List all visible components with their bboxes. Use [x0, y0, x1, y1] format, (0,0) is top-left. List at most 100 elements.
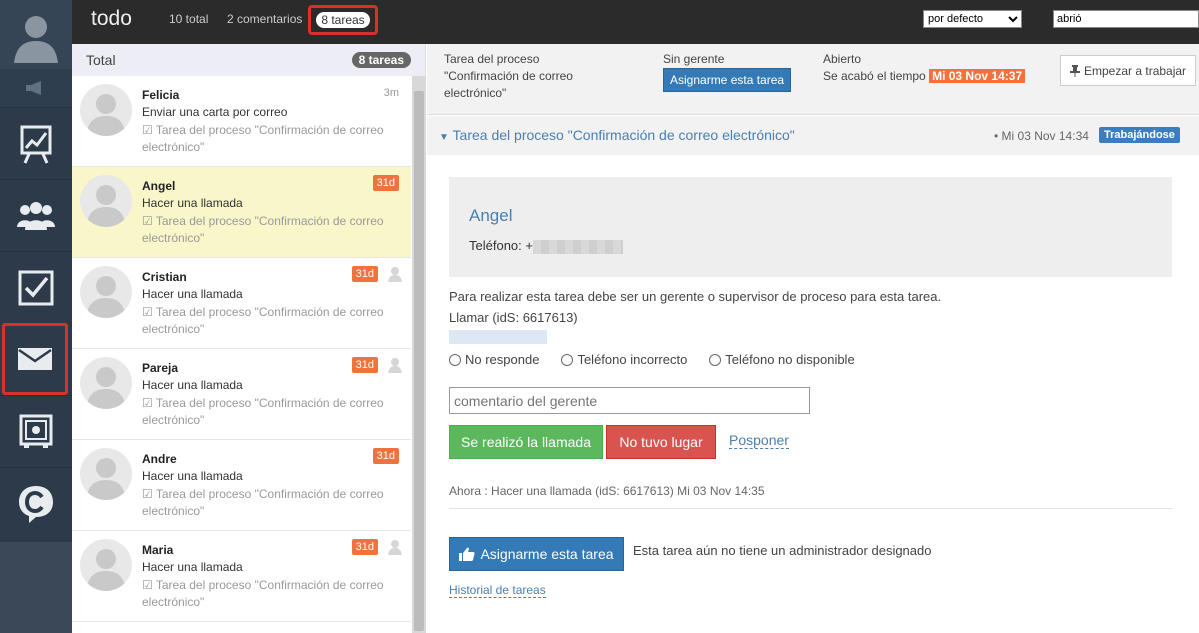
list-item-process: ☑ Tarea del proceso "Confirmación de cor…	[142, 487, 384, 518]
list-item[interactable]: Andre Hacer una llamada ☑ Tarea del proc…	[72, 440, 411, 531]
did-not-happen-button[interactable]: No tuvo lugar	[606, 425, 716, 459]
pushpin-icon	[1070, 64, 1080, 77]
phone-redacted	[532, 239, 623, 254]
overdue-tag: 31d	[372, 175, 399, 191]
status-badge: Trabajándose	[1099, 127, 1180, 143]
list-count-badge: 8 tareas	[351, 52, 411, 68]
task-list: Total 8 tareas Felicia Enviar una carta …	[72, 44, 426, 633]
nav-storage[interactable]	[0, 395, 72, 467]
call-id: Llamar (idS: 6617613)	[449, 310, 578, 325]
nav-chat[interactable]	[0, 467, 72, 539]
timeout-date-badge: Mi 03 Nov 14:37	[929, 69, 1026, 83]
assign-me-button[interactable]: Asignarme esta tarea	[449, 537, 624, 571]
checkbox-small-icon: ☑	[142, 123, 156, 137]
nav-user[interactable]	[0, 0, 72, 69]
assignee-user-icon	[388, 358, 402, 373]
checkbox-small-icon: ☑	[142, 487, 156, 501]
list-item-process: ☑ Tarea del proceso "Confirmación de cor…	[142, 396, 384, 427]
chart-presentation-icon	[20, 125, 52, 164]
list-item-action: Enviar una carta por correo	[142, 105, 288, 119]
process-label: Tarea del proceso	[444, 52, 540, 66]
assignee-user-icon	[388, 267, 402, 282]
user-avatar-icon	[14, 15, 58, 63]
sort-select[interactable]: por defecto	[923, 10, 1022, 28]
start-work-button[interactable]: Empezar a trabajar	[1060, 55, 1197, 86]
list-item-action: Hacer una llamada	[142, 196, 243, 210]
radio-circle[interactable]	[449, 353, 461, 366]
caret-down-icon: ▼	[439, 132, 449, 143]
contact-phone: Teléfono: +	[469, 238, 623, 254]
list-header: Total 8 tareas	[72, 44, 425, 76]
overdue-tag: 31d	[351, 357, 378, 373]
contact-name[interactable]: Angel	[469, 206, 512, 226]
user-silhouette-icon	[86, 458, 126, 500]
nav-contacts[interactable]	[0, 179, 72, 251]
task-history-link[interactable]: Historial de tareas	[449, 583, 546, 598]
comments-filter[interactable]: 2 comentarios	[227, 12, 302, 26]
list-header-label: Total	[86, 52, 116, 68]
safe-icon	[19, 414, 53, 448]
overdue-tag: 31d	[372, 448, 399, 464]
radio-no-answer[interactable]: No responde	[449, 352, 539, 367]
phone-link-redacted[interactable]	[449, 330, 547, 344]
list-item-name: Angel	[142, 179, 176, 193]
list-item[interactable]: Pareja Hacer una llamada ☑ Tarea del pro…	[72, 349, 411, 440]
phone-label: Teléfono: +	[469, 238, 533, 253]
avatar	[80, 175, 132, 227]
list-scrollbar-thumb[interactable]	[414, 91, 424, 631]
tasks-filter-label: 8 tareas	[316, 12, 370, 28]
call-result-options: No responde Teléfono incorrecto Teléfono…	[449, 352, 855, 367]
assign-me-small-button[interactable]: Asignarme esta tarea	[663, 68, 792, 92]
nav-announcements[interactable]	[0, 69, 72, 107]
assign-me-label: Asignarme esta tarea	[480, 546, 614, 562]
checkbox-icon	[18, 270, 54, 305]
process-name: "Confirmación de correo electrónico"	[444, 69, 573, 100]
list-item-name: Cristian	[142, 270, 187, 284]
user-silhouette-icon	[86, 549, 126, 591]
list-item-name: Felicia	[142, 88, 180, 102]
checkbox-small-icon: ☑	[142, 578, 156, 592]
task-description: Para realizar esta tarea debe ser un ger…	[449, 289, 942, 304]
open-label: Abierto	[823, 52, 862, 66]
postpone-link[interactable]: Posponer	[729, 432, 789, 449]
nav-todo[interactable]	[2, 323, 68, 395]
timeout-label: Se acabó el tiempo	[823, 69, 926, 83]
nav-reports[interactable]	[0, 107, 72, 179]
tasks-filter[interactable]: 8 tareas	[308, 5, 378, 35]
list-item[interactable]: Felicia Enviar una carta por correo ☑ Ta…	[72, 76, 411, 167]
checkbox-small-icon: ☑	[142, 396, 156, 410]
task-title-bar[interactable]: ▼ Tarea del proceso "Confirmación de cor…	[427, 116, 1199, 155]
list-item-process: ☑ Tarea del proceso "Confirmación de cor…	[142, 305, 384, 336]
nav-footer	[0, 542, 72, 633]
user-silhouette-icon	[86, 367, 126, 409]
total-filter[interactable]: 10 total	[169, 12, 208, 26]
start-work-label: Empezar a trabajar	[1084, 63, 1187, 78]
page-title: todo	[91, 7, 132, 30]
list-item-action: Hacer una llamada	[142, 378, 243, 392]
divider	[449, 508, 1172, 509]
list-item-name: Andre	[142, 452, 177, 466]
current-activity: Ahora : Hacer una llamada (idS: 6617613)…	[449, 484, 765, 498]
contact-card: Angel Teléfono: +	[449, 177, 1172, 277]
list-item[interactable]: Angel Hacer una llamada ☑ Tarea del proc…	[72, 167, 411, 258]
list-item-time: 3m	[383, 87, 399, 99]
overdue-tag: 31d	[351, 539, 378, 555]
radio-circle[interactable]	[561, 353, 574, 366]
radio-wrong-number[interactable]: Teléfono incorrecto	[561, 352, 687, 367]
envelope-icon	[18, 348, 52, 370]
thumbs-up-icon	[459, 547, 476, 561]
megaphone-icon	[26, 81, 41, 95]
no-admin-note: Esta tarea aún no tiene un administrador…	[633, 543, 932, 558]
manager-comment-input[interactable]	[449, 387, 810, 414]
avatar	[80, 266, 132, 318]
list-item[interactable]: Maria Hacer una llamada ☑ Tarea del proc…	[72, 531, 411, 622]
task-date: • Mi 03 Nov 14:34	[994, 129, 1089, 143]
call-done-button[interactable]: Se realizó la llamada	[449, 425, 603, 459]
search-input[interactable]	[1053, 10, 1199, 28]
list-item[interactable]: Cristian Hacer una llamada ☑ Tarea del p…	[72, 258, 411, 349]
nav-tasks[interactable]	[0, 251, 72, 323]
task-title[interactable]: ▼ Tarea del proceso "Confirmación de cor…	[439, 127, 795, 143]
radio-circle[interactable]	[709, 353, 722, 366]
radio-phone-unavailable[interactable]: Teléfono no disponible	[709, 352, 855, 367]
top-bar: todo 10 total 2 comentarios 8 tareas por…	[72, 0, 1199, 44]
